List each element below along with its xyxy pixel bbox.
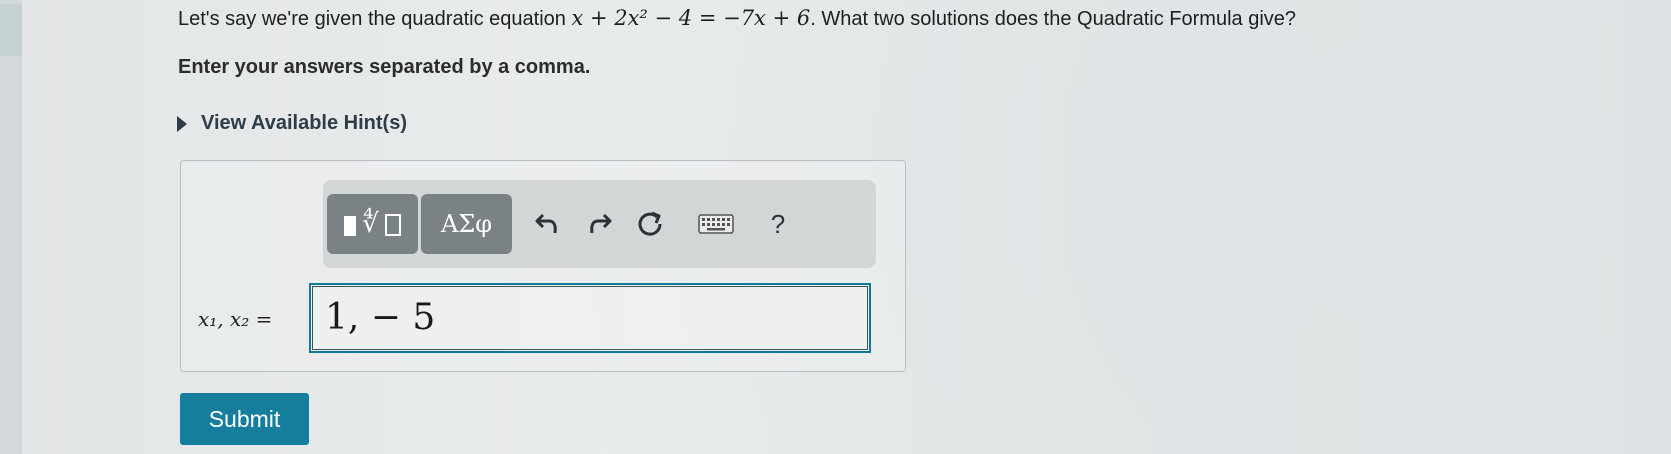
math-toolbar: ∜ ΑΣφ ? [323,180,876,268]
templates-button[interactable]: ∜ [327,194,418,254]
help-button[interactable]: ? [756,194,800,254]
answer-variable-label: x₁, x₂ = [198,307,273,331]
undo-icon [535,213,557,234]
greek-symbols-button[interactable]: ΑΣφ [421,194,512,254]
caret-right-icon [177,115,187,132]
question-prefix: Let's say we're given the quadratic equa… [178,8,572,30]
view-hints-toggle[interactable]: View Available Hint(s) [177,112,407,135]
reset-button[interactable] [628,194,672,254]
reset-icon [638,211,662,236]
left-edge-tab [0,4,22,56]
redo-icon [590,213,612,234]
keyboard-button[interactable] [688,194,744,254]
question-text: Let's say we're given the quadratic equa… [178,5,1296,32]
left-edge-strip [0,0,22,454]
undo-button[interactable] [526,194,570,254]
redo-button[interactable] [577,194,621,254]
instruction-text: Enter your answers separated by a comma. [178,56,591,78]
submit-button[interactable]: Submit [180,393,309,445]
keyboard-icon [698,214,734,234]
question-equation: x + 2x² − 4 = −7x + 6 [571,6,811,30]
templates-icon: ∜ [344,211,401,237]
view-hints-label: View Available Hint(s) [201,112,407,134]
question-suffix: . What two solutions does the Quadratic … [810,8,1297,30]
answer-input[interactable]: 1, − 5 [309,283,871,353]
